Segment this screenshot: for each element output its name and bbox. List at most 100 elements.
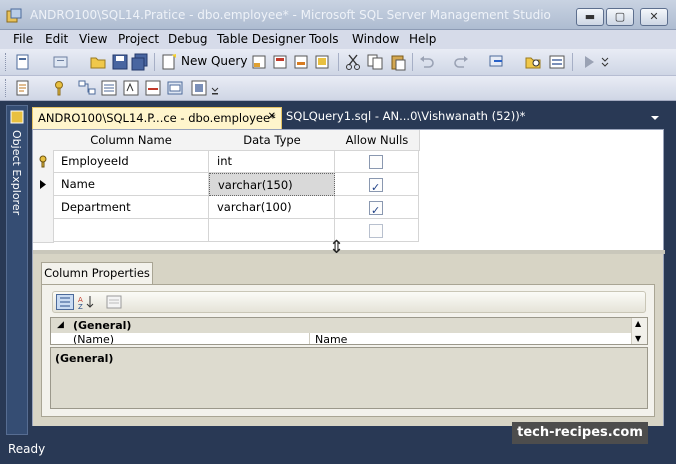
property-name: (Name) (73, 333, 115, 345)
property-description-pane: (General) (50, 347, 648, 409)
menu-edit[interactable]: Edit (45, 32, 68, 46)
row-selector[interactable] (33, 150, 54, 174)
manage-indexes-icon[interactable] (100, 79, 118, 97)
spatial-indexes-icon[interactable] (190, 79, 208, 97)
analysis-dmx-query-icon[interactable] (292, 53, 310, 71)
tab-label: ANDRO100\SQL14.P...ce - dbo.employee* (38, 111, 276, 125)
menu-project[interactable]: Project (118, 32, 159, 46)
save-icon[interactable] (111, 53, 129, 71)
object-explorer-strip[interactable]: Object Explorer (6, 105, 28, 435)
property-category-general[interactable]: ◢ (General) (51, 318, 633, 333)
row-selector[interactable] (33, 219, 54, 243)
find-in-files-icon[interactable] (524, 53, 542, 71)
menu-tools[interactable]: Tools (309, 32, 339, 46)
close-window-button[interactable]: ✕ (640, 8, 668, 26)
title-bar: ANDRO100\SQL14.Pratice - dbo.employee* -… (0, 0, 676, 30)
menu-help[interactable]: Help (409, 32, 436, 46)
manage-xml-indexes-icon[interactable] (144, 79, 162, 97)
allow-nulls-checkbox[interactable] (369, 176, 383, 199)
cut-icon[interactable] (344, 53, 362, 71)
toolbar-separator (412, 53, 413, 71)
data-type-cell[interactable] (209, 219, 335, 242)
tab-table-designer[interactable]: ANDRO100\SQL14.P...ce - dbo.employee* ✕ (32, 107, 282, 129)
column-name-cell[interactable]: EmployeeId (53, 150, 209, 173)
analysis-mdx-query-icon[interactable] (271, 53, 289, 71)
navigate-backward-icon[interactable] (488, 53, 506, 71)
standard-toolbar: New Query (0, 49, 676, 76)
column-header-data-type: Data Type (209, 130, 336, 151)
property-row[interactable]: (Name) Name (51, 333, 633, 345)
menu-window[interactable]: Window (352, 32, 399, 46)
data-type-cell[interactable]: int (209, 150, 335, 173)
row-selector[interactable] (33, 196, 54, 220)
new-project-icon[interactable] (14, 53, 32, 71)
copy-icon[interactable] (366, 53, 384, 71)
allow-nulls-checkbox[interactable] (369, 155, 383, 169)
column-properties-panel: AZ ◢ (General) (Name) Name ▲ ▼ (General) (41, 284, 655, 417)
current-row-arrow-icon (40, 180, 46, 189)
maximize-button[interactable]: ▢ (606, 8, 634, 26)
paste-icon[interactable] (389, 53, 407, 71)
menu-table-designer[interactable]: Table Designer (217, 32, 306, 46)
save-all-icon[interactable] (131, 53, 149, 71)
allow-nulls-checkbox[interactable] (369, 224, 383, 238)
minimize-button[interactable]: ▬ (576, 8, 604, 26)
table-designer-toolbar (0, 76, 676, 101)
property-value[interactable]: Name (315, 333, 347, 344)
toolbar-overflow-chevron-icon[interactable] (600, 53, 610, 71)
tab-sqlquery[interactable]: SQLQuery1.sql - AN...0\Vishwanath (52))* (286, 109, 525, 123)
start-debugging-icon[interactable] (580, 53, 598, 71)
scroll-up-arrow-icon[interactable]: ▲ (635, 319, 641, 328)
manage-fulltext-index-icon[interactable] (122, 79, 140, 97)
categorized-view-icon[interactable] (56, 294, 74, 310)
allow-nulls-cell (335, 219, 419, 242)
window-title: ANDRO100\SQL14.Pratice - dbo.employee* -… (30, 8, 551, 22)
allow-nulls-cell (335, 150, 419, 173)
redo-icon[interactable] (452, 53, 470, 71)
ssms-app-icon (6, 8, 22, 23)
toolbar-separator (154, 53, 155, 71)
undo-icon[interactable] (418, 53, 436, 71)
check-constraints-icon[interactable] (166, 79, 184, 97)
property-grid-scrollbar[interactable]: ▲ ▼ (631, 318, 647, 344)
data-type-cell-selected[interactable]: varchar(150) (209, 173, 335, 196)
column-header-name: Column Name (53, 130, 210, 151)
new-query-label: New Query (181, 54, 248, 68)
close-tab-icon[interactable]: ✕ (268, 111, 276, 122)
column-name-cell[interactable] (53, 219, 209, 242)
allow-nulls-checkbox[interactable] (369, 199, 383, 222)
category-label: (General) (73, 319, 132, 332)
toolbar-overflow-chevron-icon[interactable] (210, 79, 220, 97)
column-name-cell[interactable]: Name (53, 173, 209, 196)
menu-debug[interactable]: Debug (168, 32, 207, 46)
alphabetical-sort-icon[interactable]: AZ (77, 294, 95, 310)
open-folder-icon[interactable] (89, 53, 107, 71)
data-type-cell[interactable]: varchar(100) (209, 196, 335, 219)
collapse-triangle-icon[interactable]: ◢ (57, 318, 64, 333)
generate-change-script-icon[interactable] (14, 79, 32, 97)
tab-column-properties[interactable]: Column Properties (41, 262, 153, 284)
menu-view[interactable]: View (79, 32, 107, 46)
add-item-icon[interactable] (52, 53, 70, 71)
allow-nulls-cell (335, 196, 419, 222)
status-text: Ready (8, 442, 46, 456)
property-grid: ◢ (General) (Name) Name ▲ ▼ (50, 317, 648, 345)
toolbar-grip[interactable] (5, 53, 9, 71)
relationships-icon[interactable] (78, 79, 96, 97)
set-primary-key-icon[interactable] (50, 79, 68, 97)
property-pages-icon[interactable] (105, 294, 123, 310)
grid-corner (33, 130, 54, 151)
primary-key-icon (39, 155, 47, 168)
column-name-cell[interactable]: Department (53, 196, 209, 219)
menu-file[interactable]: File (13, 32, 33, 46)
analysis-xmla-query-icon[interactable] (313, 53, 331, 71)
toolbar-separator (338, 53, 339, 71)
toolbar-grip[interactable] (5, 79, 9, 97)
database-engine-query-icon[interactable] (250, 53, 268, 71)
properties-window-icon[interactable] (548, 53, 566, 71)
scroll-down-arrow-icon[interactable]: ▼ (635, 334, 641, 343)
column-header-allow-nulls: Allow Nulls (335, 130, 420, 151)
tab-list-dropdown-icon[interactable] (650, 114, 660, 122)
property-grid-toolbar: AZ (52, 291, 646, 313)
row-selector[interactable] (33, 173, 54, 197)
